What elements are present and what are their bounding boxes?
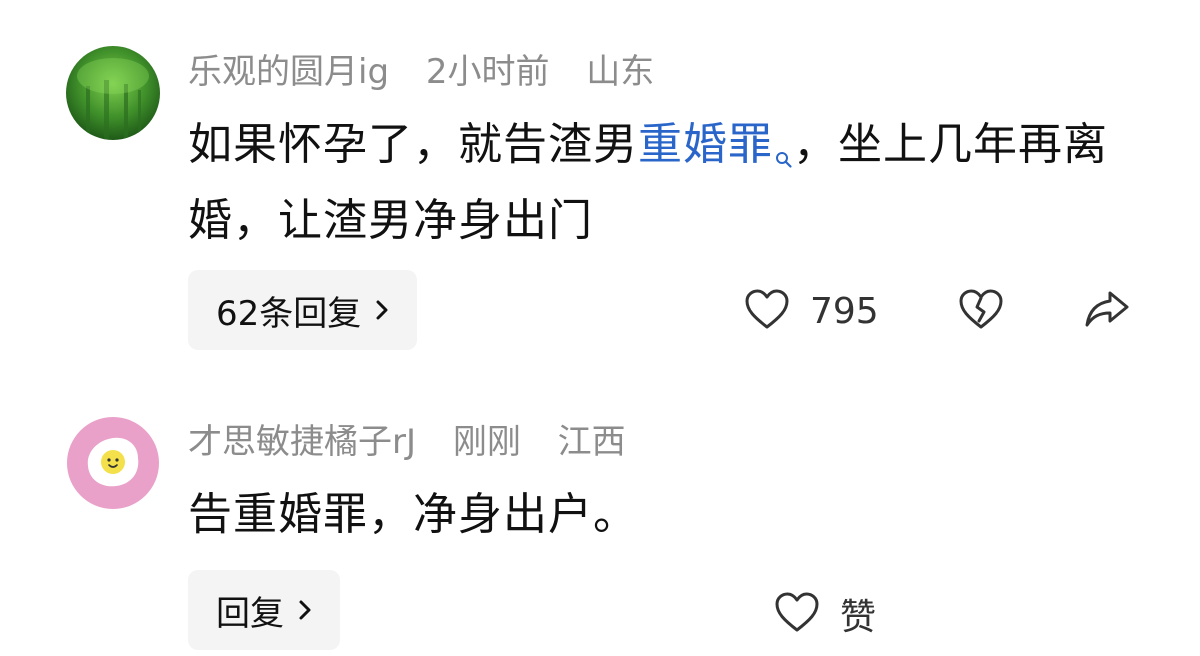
avatar[interactable] — [66, 46, 160, 140]
like-button[interactable]: 赞 — [774, 588, 876, 640]
location: 山东 — [586, 52, 655, 92]
comment-text: 如果怀孕了，就告渣男重婚罪 ，坐上几年再离婚，让渣男净身出门 — [188, 112, 1118, 254]
like-button[interactable]: 795 — [744, 288, 879, 334]
avatar-forest-image — [66, 46, 160, 140]
avatar-egg-image — [66, 416, 160, 510]
dislike-button[interactable] — [958, 288, 1004, 334]
share-arrow-icon — [1084, 288, 1130, 334]
comment-text: 告重婚罪，净身出户。 — [188, 482, 1118, 548]
avatar[interactable] — [66, 416, 160, 510]
like-heart-icon — [774, 591, 820, 637]
like-heart-icon — [744, 288, 790, 334]
reply-button[interactable]: 回复 — [188, 570, 340, 650]
comment-meta: 乐观的圆月ig 2小时前 山东 — [188, 52, 680, 92]
broken-heart-icon — [958, 288, 1004, 334]
reply-label: 回复 — [216, 593, 284, 634]
comment-meta: 才思敏捷橘子rJ 刚刚 江西 — [188, 422, 652, 462]
comment-text-part: 如果怀孕了，就告渣男 — [188, 119, 638, 170]
chevron-right-icon — [375, 290, 389, 330]
view-replies-button[interactable]: 62条回复 — [188, 270, 418, 350]
chevron-right-icon — [298, 590, 312, 630]
reply-count-label: 62条回复 — [216, 293, 362, 334]
timestamp: 刚刚 — [452, 422, 521, 462]
search-icon[interactable] — [775, 122, 793, 188]
like-label: 赞 — [840, 597, 877, 638]
location: 江西 — [557, 422, 626, 462]
like-count: 795 — [810, 290, 879, 332]
timestamp: 2小时前 — [425, 52, 550, 92]
keyword-search-link[interactable]: 重婚罪 — [638, 119, 773, 170]
comment-text-part: 告重婚罪，净身出户。 — [188, 489, 638, 540]
username[interactable]: 乐观的圆月ig — [188, 52, 389, 92]
username[interactable]: 才思敏捷橘子rJ — [188, 422, 416, 462]
share-button[interactable] — [1084, 288, 1130, 334]
